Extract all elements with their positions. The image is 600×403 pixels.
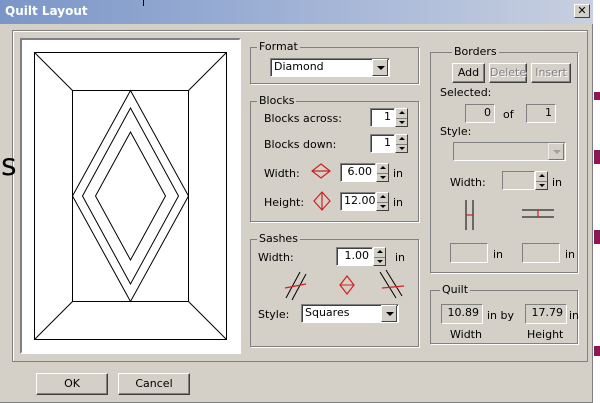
delete-border-button[interactable]: Delete [489, 63, 527, 83]
quilt-unit: in [569, 309, 580, 322]
sash-width-value: 1.00 [344, 249, 370, 262]
selected-label: Selected: [440, 86, 492, 99]
blocks-down-spinner[interactable] [395, 134, 408, 153]
spin-divider [374, 256, 385, 258]
border-style-dropdown-button[interactable] [548, 143, 564, 160]
borders-legend: Borders [452, 45, 499, 58]
border-width-spinner[interactable] [535, 171, 548, 190]
block-height-input[interactable]: 12.00 [340, 192, 376, 211]
sash-width-input[interactable]: 1.00 [336, 247, 373, 266]
blocks-across-value: 1 [384, 110, 391, 123]
format-legend: Format [257, 40, 300, 53]
blocks-across-spinner[interactable] [395, 108, 408, 127]
selected-index: 0 [465, 104, 495, 123]
horizontal-border-unit: in [565, 248, 576, 261]
spin-divider [377, 172, 388, 174]
border-count: 1 [526, 104, 556, 123]
cursor-mark [143, 0, 144, 6]
vertical-border-unit: in [493, 248, 504, 261]
spin-up-icon [380, 166, 386, 169]
block-width-input[interactable]: 6.00 [340, 163, 376, 182]
format-select-value: Diamond [274, 60, 324, 73]
block-height-unit: in [393, 196, 404, 209]
blocks-across-label: Blocks across: [264, 112, 342, 125]
blocks-down-value: 1 [384, 136, 391, 149]
blocks-down-label: Blocks down: [264, 138, 337, 151]
background-letter: s [1, 148, 17, 183]
vertical-border-input[interactable] [450, 243, 488, 263]
spin-down-icon [399, 121, 405, 124]
diamond-width-icon [311, 163, 331, 179]
horizontal-border-icon [522, 209, 554, 218]
spin-up-icon [399, 137, 405, 140]
block-height-value: 12.00 [344, 194, 376, 207]
sash-width-label: Width: [258, 251, 294, 264]
quilt-height-caption: Height [527, 328, 564, 341]
quilt-preview [22, 40, 239, 352]
sashes-legend: Sashes [257, 232, 300, 245]
background-strip [593, 0, 600, 403]
spin-up-icon [380, 195, 386, 198]
border-width-input[interactable] [502, 171, 535, 190]
spin-up-icon [377, 250, 383, 253]
chevron-down-icon [386, 312, 394, 316]
close-button[interactable]: ✕ [574, 4, 590, 18]
spin-down-icon [539, 184, 545, 187]
quilt-width-value: 10.89 [441, 304, 483, 324]
horizontal-border-input[interactable] [522, 243, 560, 263]
border-width-unit: in [552, 176, 563, 189]
cancel-button[interactable]: Cancel [118, 373, 190, 395]
blocks-legend: Blocks [257, 94, 297, 107]
block-height-label: Height: [264, 196, 305, 209]
blocks-across-input[interactable]: 1 [370, 108, 395, 127]
block-width-label: Width: [264, 167, 300, 180]
quilt-legend: Quilt [440, 283, 471, 296]
spin-down-icon [380, 176, 386, 179]
window-title: Quilt Layout [5, 4, 88, 18]
background-mark [594, 150, 600, 164]
border-width-label: Width: [450, 176, 486, 189]
background-mark [594, 92, 600, 100]
spin-up-icon [399, 111, 405, 114]
background-mark [594, 230, 600, 244]
spin-up-icon [539, 174, 545, 177]
ok-button[interactable]: OK [36, 373, 108, 395]
quilt-by-label: in by [487, 309, 515, 322]
title-bar[interactable] [0, 0, 593, 24]
add-border-button[interactable]: Add [452, 63, 485, 83]
block-width-value: 6.00 [347, 165, 373, 178]
insert-border-button[interactable]: Insert [531, 63, 571, 83]
quilt-width-caption: Width [450, 328, 482, 341]
background-mark [594, 346, 600, 356]
block-width-spinner[interactable] [376, 163, 389, 182]
of-label: of [503, 108, 514, 121]
blocks-down-input[interactable]: 1 [370, 134, 395, 153]
chevron-down-icon [377, 66, 385, 70]
sash-width-unit: in [395, 251, 406, 264]
sash-icons [284, 269, 405, 301]
diamond-height-icon [313, 191, 331, 211]
sash-style-dropdown-button[interactable] [381, 305, 397, 322]
chevron-down-icon [553, 150, 561, 154]
sash-width-spinner[interactable] [373, 247, 386, 266]
spin-divider [377, 201, 388, 203]
spin-divider [536, 180, 547, 182]
spin-divider [396, 143, 407, 145]
block-height-spinner[interactable] [376, 192, 389, 211]
quilt-preview-drawing [34, 52, 227, 340]
format-dropdown-button[interactable] [372, 59, 388, 76]
spin-down-icon [380, 205, 386, 208]
spin-down-icon [377, 260, 383, 263]
sash-style-value: Squares [305, 306, 350, 319]
block-width-unit: in [393, 167, 404, 180]
sash-style-label: Style: [258, 308, 290, 321]
vertical-border-icon [465, 200, 474, 230]
border-style-label: Style: [440, 125, 472, 138]
quilt-height-value: 17.79 [525, 304, 567, 324]
spin-down-icon [399, 147, 405, 150]
spin-divider [396, 117, 407, 119]
